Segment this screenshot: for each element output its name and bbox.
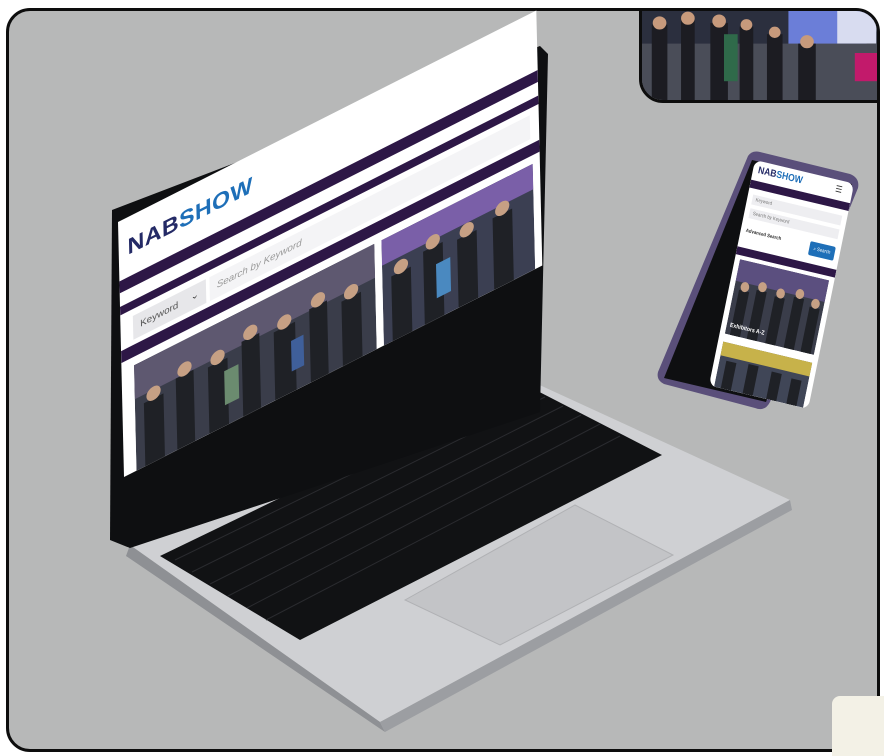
advanced-search-link[interactable]: Advanced Search: [745, 228, 781, 242]
hamburger-menu-icon[interactable]: ☰: [834, 184, 843, 196]
mobile-keyword-label: Keyword: [755, 197, 773, 208]
exhibitors-card-photo[interactable]: [724, 259, 830, 355]
mobile-search-placeholder: Search by Keyword: [752, 211, 790, 226]
decorative-corner-shape: [832, 696, 884, 756]
mobile-search-button-label: Search: [816, 246, 831, 256]
mobile-search-button[interactable]: ⌕ Search: [807, 241, 836, 261]
